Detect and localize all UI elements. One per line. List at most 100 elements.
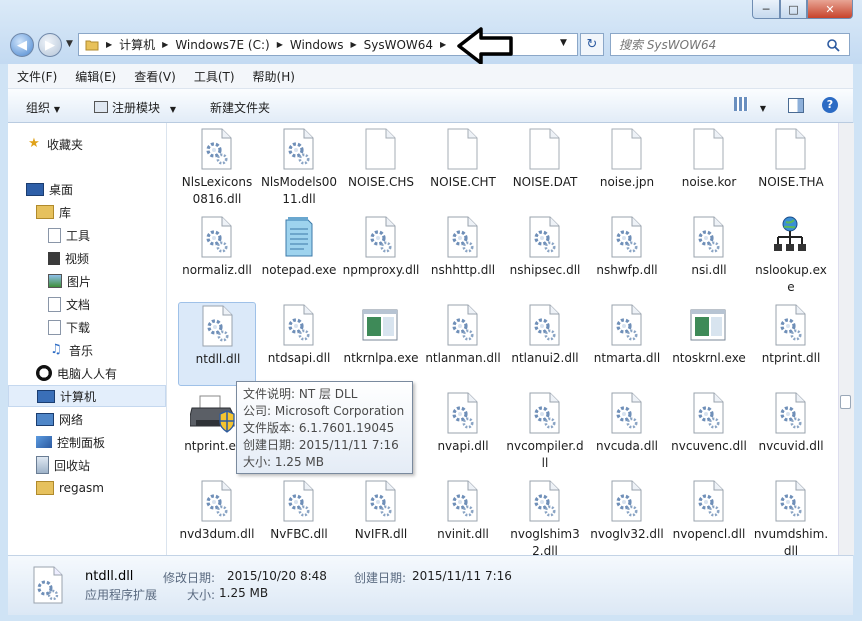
back-button[interactable]: ◀ xyxy=(10,33,34,57)
breadcrumb-separator[interactable]: ▶ xyxy=(437,40,449,49)
recent-pages-dropdown[interactable]: ▼ xyxy=(66,39,73,49)
minimize-button[interactable]: ─ xyxy=(752,0,780,19)
scrollbar-thumb[interactable] xyxy=(840,395,851,409)
file-item[interactable]: nvinit.dll xyxy=(424,478,502,555)
file-item[interactable]: nshipsec.dll xyxy=(506,214,584,298)
file-item[interactable]: ntlanui2.dll xyxy=(506,302,584,386)
address-dropdown[interactable]: ▼ xyxy=(560,38,567,48)
file-item[interactable]: NvIFR.dll xyxy=(342,478,420,555)
file-item[interactable]: ntkrnlpa.exe xyxy=(342,302,420,386)
file-name: NOISE.CHT xyxy=(430,175,496,189)
search-box[interactable] xyxy=(610,33,850,56)
file-item[interactable]: ntdsapi.dll xyxy=(260,302,338,386)
nav-label: 视频 xyxy=(65,251,90,266)
breadcrumb-drive[interactable]: Windows7E (C:) xyxy=(171,38,273,52)
forward-button[interactable]: ▶ xyxy=(38,33,62,57)
menu-edit[interactable]: 编辑(E) xyxy=(66,68,125,85)
breadcrumb-separator[interactable]: ▶ xyxy=(159,40,171,49)
dll-file-icon xyxy=(362,216,398,258)
file-item[interactable]: npmproxy.dll xyxy=(342,214,420,298)
breadcrumb-separator[interactable]: ▶ xyxy=(347,40,359,49)
nav-desktop[interactable]: 桌面 xyxy=(8,178,184,200)
close-button[interactable]: ✕ xyxy=(807,0,853,19)
file-item[interactable]: NOISE.DAT xyxy=(506,126,584,210)
file-item[interactable]: ntdll.dll xyxy=(178,302,256,386)
menu-file[interactable]: 文件(F) xyxy=(8,68,66,85)
file-item[interactable]: NOISE.CHT xyxy=(424,126,502,210)
file-item[interactable]: nvcuvid.dll xyxy=(752,390,830,474)
file-item[interactable]: NOISE.CHS xyxy=(342,126,420,210)
breadcrumb-computer[interactable]: 计算机 xyxy=(115,36,159,53)
file-item[interactable]: nshwfp.dll xyxy=(588,214,666,298)
view-options-button[interactable]: ▼ xyxy=(734,97,766,114)
register-module-button[interactable]: 注册模块 ▼ xyxy=(94,99,176,116)
file-item[interactable]: nshhttp.dll xyxy=(424,214,502,298)
dll-file-icon xyxy=(33,566,63,604)
chevron-down-icon: ▼ xyxy=(169,105,176,114)
file-name: NOISE.DAT xyxy=(512,175,578,189)
file-item[interactable]: ntmarta.dll xyxy=(588,302,666,386)
file-item[interactable]: nvcompiler.dll xyxy=(506,390,584,474)
file-item[interactable]: ntlanman.dll xyxy=(424,302,502,386)
file-item[interactable]: nsi.dll xyxy=(670,214,748,298)
file-name: ntoskrnl.exe xyxy=(672,351,746,365)
nav-favorites[interactable]: ★ 收藏夹 xyxy=(8,133,184,155)
file-name: ntlanman.dll xyxy=(425,351,501,365)
panda-icon xyxy=(36,365,52,381)
address-bar[interactable]: ▶ 计算机 ▶ Windows7E (C:) ▶ Windows ▶ SysWO… xyxy=(78,26,578,65)
file-item[interactable]: nvoglshim32.dll xyxy=(506,478,584,555)
dll-file-icon xyxy=(772,304,808,346)
new-folder-button[interactable]: 新建文件夹 xyxy=(210,99,270,116)
file-item[interactable]: nvcuvenc.dll xyxy=(670,390,748,474)
menu-help[interactable]: 帮助(H) xyxy=(244,68,304,85)
file-name: NOISE.THA xyxy=(758,175,824,189)
dll-file-icon xyxy=(608,216,644,258)
menu-bar: 文件(F) 编辑(E) 查看(V) 工具(T) 帮助(H) xyxy=(8,64,853,89)
file-item[interactable]: NlsModels0011.dll xyxy=(260,126,338,210)
library-icon xyxy=(36,205,54,219)
maximize-button[interactable]: □ xyxy=(780,0,807,19)
blank-file-icon xyxy=(362,128,398,170)
file-item[interactable]: ntprint.dll xyxy=(752,302,830,386)
star-icon: ★ xyxy=(28,136,40,151)
file-name: nslookup.exe xyxy=(755,263,827,294)
file-item[interactable]: nvoglv32.dll xyxy=(588,478,666,555)
search-input[interactable] xyxy=(611,36,826,53)
nav-label: 计算机 xyxy=(60,389,97,404)
menu-tools[interactable]: 工具(T) xyxy=(185,68,244,85)
breadcrumb-windows[interactable]: Windows xyxy=(286,38,348,52)
file-item[interactable]: NOISE.THA xyxy=(752,126,830,210)
preview-pane-button[interactable] xyxy=(788,98,804,113)
file-item[interactable]: ntoskrnl.exe xyxy=(670,302,748,386)
file-item[interactable]: nslookup.exe xyxy=(752,214,830,298)
file-item[interactable]: nvopencl.dll xyxy=(670,478,748,555)
organize-button[interactable]: 组织 ▼ xyxy=(26,99,60,116)
breadcrumb-syswow64[interactable]: SysWOW64 xyxy=(360,38,437,52)
printer-file-icon xyxy=(189,392,236,434)
chevron-down-icon: ▼ xyxy=(759,104,766,113)
vertical-scrollbar[interactable] xyxy=(838,123,854,555)
file-item[interactable]: nvumdshim.dll xyxy=(752,478,830,555)
file-item[interactable]: nvapi.dll xyxy=(424,390,502,474)
document-icon xyxy=(48,227,61,243)
file-item[interactable]: noise.jpn xyxy=(588,126,666,210)
file-item[interactable]: nvd3dum.dll xyxy=(178,478,256,555)
file-item[interactable]: noise.kor xyxy=(670,126,748,210)
blank-file-icon xyxy=(772,128,808,170)
breadcrumb-separator[interactable]: ▶ xyxy=(274,40,286,49)
window-file-icon xyxy=(690,304,726,346)
file-item[interactable]: nvcuda.dll xyxy=(588,390,666,474)
file-item[interactable]: NlsLexicons0816.dll xyxy=(178,126,256,210)
file-item[interactable]: NvFBC.dll xyxy=(260,478,338,555)
dll-file-icon xyxy=(690,480,726,522)
help-button[interactable]: ? xyxy=(822,97,838,113)
arrow-left-icon: ◀ xyxy=(17,37,27,53)
desktop-icon xyxy=(26,182,44,196)
control-panel-icon xyxy=(36,436,52,448)
file-item[interactable]: notepad.exe xyxy=(260,214,338,298)
refresh-button[interactable]: ↻ xyxy=(580,33,604,56)
file-item[interactable]: normaliz.dll xyxy=(178,214,256,298)
breadcrumb-separator[interactable]: ▶ xyxy=(103,40,115,49)
nav-computer[interactable]: 计算机 xyxy=(8,385,166,407)
menu-view[interactable]: 查看(V) xyxy=(125,68,185,85)
